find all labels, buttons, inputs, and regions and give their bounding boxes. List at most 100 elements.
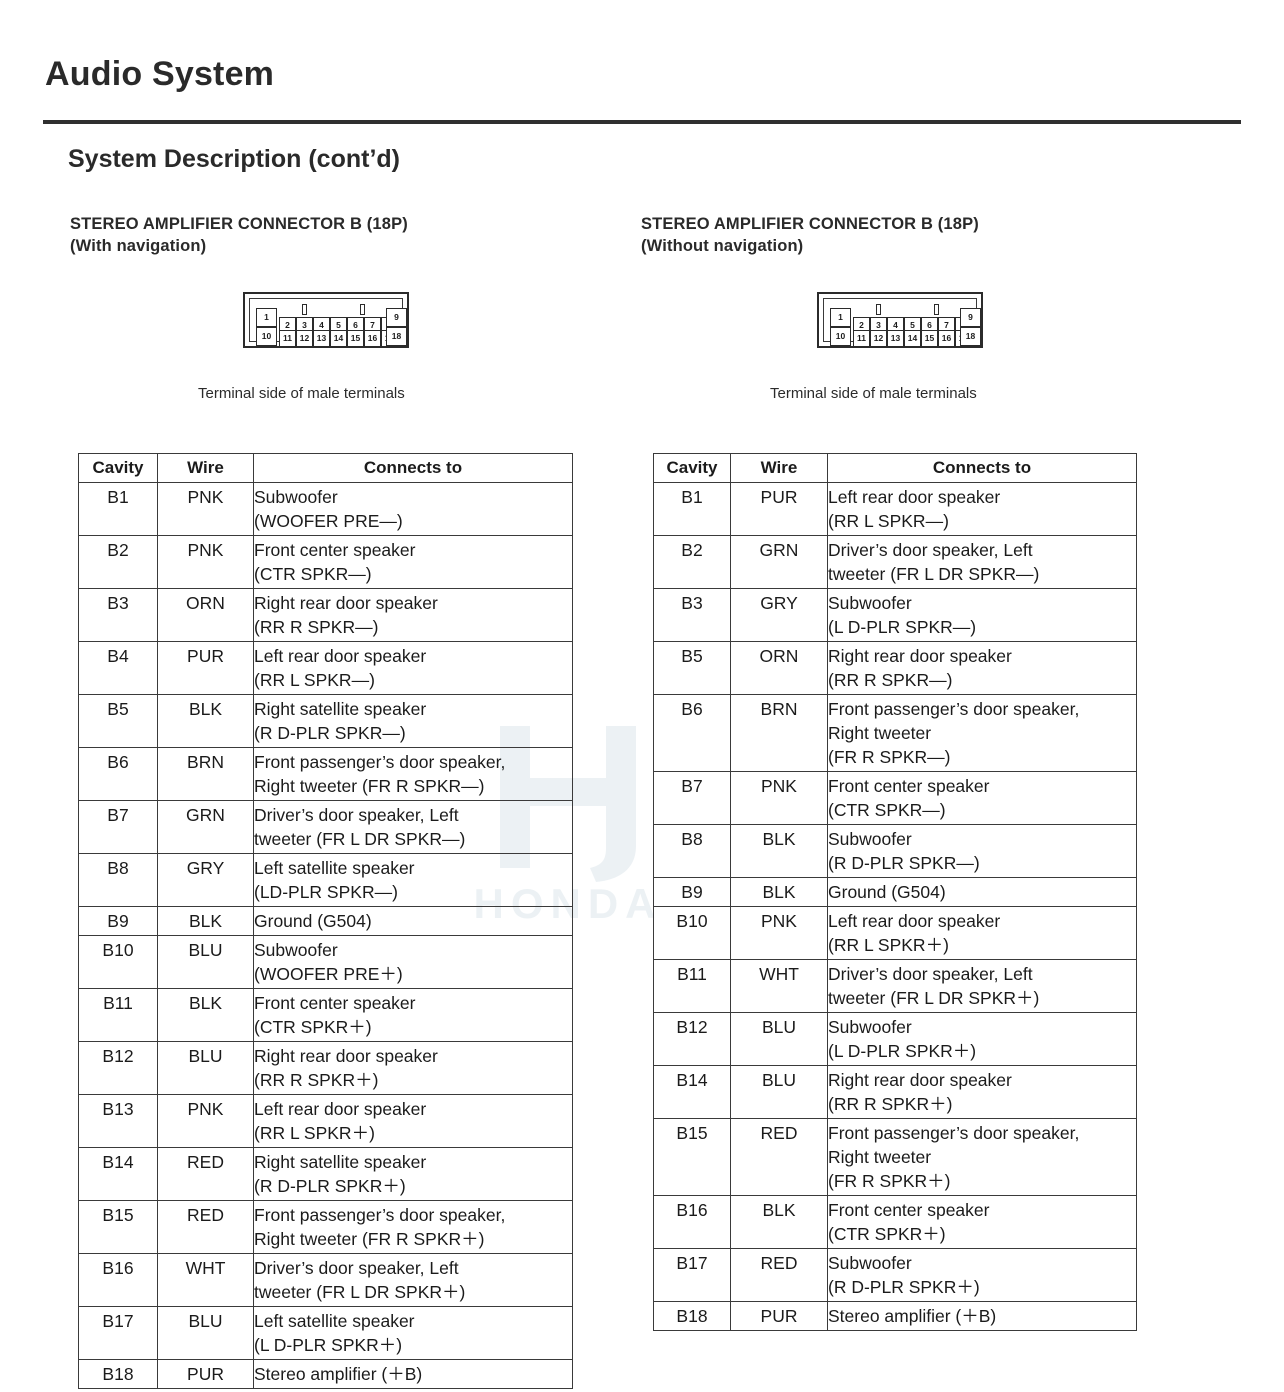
cavity-cell: B6: [653, 694, 731, 772]
table-row: B18 PUR Stereo amplifier (＋B): [653, 1301, 1137, 1331]
pinout-table-with-navigation: Cavity Wire Connects to B1 PNK Subwoofer (…: [78, 453, 573, 1389]
table-row: B5 BLK Right satellite speaker (R D-PLR SP…: [78, 694, 573, 748]
connects-to-cell: Right satellite speaker (R D-PLR SPKR＋): [253, 1147, 573, 1201]
wire-color-cell: PNK: [730, 771, 828, 825]
cavity-cell: B12: [78, 1041, 158, 1095]
connects-to-cell: Ground (G504): [253, 906, 573, 936]
table-row: B10 BLU Subwoofer (WOOFER PRE＋): [78, 935, 573, 989]
cavity-cell: B18: [78, 1359, 158, 1389]
wire-color-cell: BLK: [730, 1195, 828, 1249]
connects-to-cell: Left rear door speaker (RR L SPKR—): [253, 641, 573, 695]
table-row: B8 GRY Left satellite speaker (LD-PLR SPKR…: [78, 853, 573, 907]
pin-12: 12: [296, 330, 313, 347]
wire-color-cell: BLK: [157, 694, 254, 748]
wire-color-cell: BRN: [730, 694, 828, 772]
connects-to-cell: Ground (G504): [827, 877, 1137, 907]
table-row: B4 PUR Left rear door speaker (RR L SPKR—): [78, 641, 573, 695]
connector-pin-diagram: 1 2 3 4 5 6 7 8 9 10 11 12 13 14 15 16 1…: [817, 292, 983, 348]
connects-to-cell: Front passenger’s door speaker, Right tw…: [827, 694, 1137, 772]
wire-color-cell: BLK: [730, 877, 828, 907]
cavity-cell: B2: [78, 535, 158, 589]
table-row: B6 BRN Front passenger’s door speaker, Rig…: [653, 694, 1137, 772]
pin-10: 10: [256, 327, 277, 346]
connects-to-cell: Front center speaker (CTR SPKR＋): [827, 1195, 1137, 1249]
cavity-cell: B12: [653, 1012, 731, 1066]
connects-to-cell: Driver’s door speaker, Left tweeter (FR …: [827, 959, 1137, 1013]
wire-color-cell: BLU: [157, 1041, 254, 1095]
table-row: B18 PUR Stereo amplifier (＋B): [78, 1359, 573, 1389]
connector-pin-grid: 1 2 3 4 5 6 7 8 9 10 11 12 13 14 15 16 1…: [256, 304, 407, 347]
table-row: B9 BLK Ground (G504): [653, 877, 1137, 907]
connects-to-cell: Subwoofer (L D-PLR SPKR—): [827, 588, 1137, 642]
table-row: B14 RED Right satellite speaker (R D-PLR S…: [78, 1147, 573, 1201]
table-row: B17 RED Subwoofer (R D-PLR SPKR＋): [653, 1248, 1137, 1302]
connector-latch-tab-right: [934, 304, 939, 315]
cavity-cell: B15: [653, 1118, 731, 1196]
connects-to-cell: Driver’s door speaker, Left tweeter (FR …: [253, 800, 573, 854]
wire-color-cell: GRN: [157, 800, 254, 854]
wire-color-cell: PNK: [157, 1094, 254, 1148]
cavity-cell: B2: [653, 535, 731, 589]
pin-1: 1: [256, 308, 277, 327]
connector-inner-shell: 1 2 3 4 5 6 7 8 9 10 11 12 13 14 15 16 1…: [823, 298, 981, 347]
wire-color-cell: ORN: [157, 588, 254, 642]
column-header-wire: Wire: [730, 453, 828, 483]
connects-to-cell: Driver’s door speaker, Left tweeter (FR …: [827, 535, 1137, 589]
cavity-cell: B7: [653, 771, 731, 825]
table-row: B17 BLU Left satellite speaker (L D-PLR SP…: [78, 1306, 573, 1360]
connector-block-without-navigation: STEREO AMPLIFIER CONNECTOR B (18P) (With…: [575, 0, 1175, 1392]
pin-12: 12: [870, 330, 887, 347]
table-row: B8 BLK Subwoofer (R D-PLR SPKR—): [653, 824, 1137, 878]
cavity-cell: B14: [78, 1147, 158, 1201]
pin-15: 15: [921, 330, 938, 347]
wire-color-cell: GRY: [730, 588, 828, 642]
table-row: B10 PNK Left rear door speaker (RR L SPKR＋…: [653, 906, 1137, 960]
wire-color-cell: PUR: [730, 482, 828, 536]
cavity-cell: B5: [78, 694, 158, 748]
wire-color-cell: BLK: [157, 906, 254, 936]
connector-pin-grid: 1 2 3 4 5 6 7 8 9 10 11 12 13 14 15 16 1…: [830, 304, 981, 347]
table-row: B15 RED Front passenger’s door speaker, Ri…: [653, 1118, 1137, 1196]
pin-1: 1: [830, 308, 851, 327]
pin-16: 16: [938, 330, 955, 347]
connects-to-cell: Subwoofer (R D-PLR SPKR—): [827, 824, 1137, 878]
table-row: B3 ORN Right rear door speaker (RR R SPKR—…: [78, 588, 573, 642]
wire-color-cell: BLU: [157, 935, 254, 989]
column-header-connects: Connects to: [253, 453, 573, 483]
pinout-table-body: B1 PNK Subwoofer (WOOFER PRE—) B2 PNK Front c…: [78, 482, 573, 1389]
connects-to-cell: Left satellite speaker (L D-PLR SPKR＋): [253, 1306, 573, 1360]
wire-color-cell: BLU: [157, 1306, 254, 1360]
pin-18: 18: [386, 327, 407, 346]
pinout-table-without-navigation: Cavity Wire Connects to B1 PUR Left rear d…: [653, 453, 1137, 1331]
connects-to-cell: Stereo amplifier (＋B): [253, 1359, 573, 1389]
page-title: Audio System: [45, 55, 275, 93]
connects-to-cell: Subwoofer (L D-PLR SPKR＋): [827, 1012, 1137, 1066]
cavity-cell: B8: [653, 824, 731, 878]
connects-to-cell: Right satellite speaker (R D-PLR SPKR—): [253, 694, 573, 748]
connects-to-cell: Subwoofer (R D-PLR SPKR＋): [827, 1248, 1137, 1302]
cavity-cell: B3: [78, 588, 158, 642]
cavity-cell: B10: [78, 935, 158, 989]
connector-latch-tab-right: [360, 304, 365, 315]
cavity-cell: B9: [653, 877, 731, 907]
wire-color-cell: GRN: [730, 535, 828, 589]
connects-to-cell: Front passenger’s door speaker, Right tw…: [253, 1200, 573, 1254]
connects-to-cell: Front center speaker (CTR SPKR—): [827, 771, 1137, 825]
cavity-cell: B16: [653, 1195, 731, 1249]
connects-to-cell: Front center speaker (CTR SPKR—): [253, 535, 573, 589]
table-row: B6 BRN Front passenger’s door speaker, Rig…: [78, 747, 573, 801]
cavity-cell: B11: [653, 959, 731, 1013]
cavity-cell: B5: [653, 641, 731, 695]
pin-13: 13: [887, 330, 904, 347]
wire-color-cell: PUR: [157, 641, 254, 695]
wire-color-cell: PNK: [730, 906, 828, 960]
table-row: B15 RED Front passenger’s door speaker, Ri…: [78, 1200, 573, 1254]
cavity-cell: B15: [78, 1200, 158, 1254]
wire-color-cell: PUR: [157, 1359, 254, 1389]
table-row: B2 GRN Driver’s door speaker, Left tweeter…: [653, 535, 1137, 589]
connector-inner-shell: 1 2 3 4 5 6 7 8 9 10 11 12 13 14 15 16 1…: [249, 298, 407, 347]
cavity-cell: B14: [653, 1065, 731, 1119]
connector-heading: STEREO AMPLIFIER CONNECTOR B (18P) (With…: [641, 215, 979, 255]
cavity-cell: B7: [78, 800, 158, 854]
cavity-cell: B1: [78, 482, 158, 536]
